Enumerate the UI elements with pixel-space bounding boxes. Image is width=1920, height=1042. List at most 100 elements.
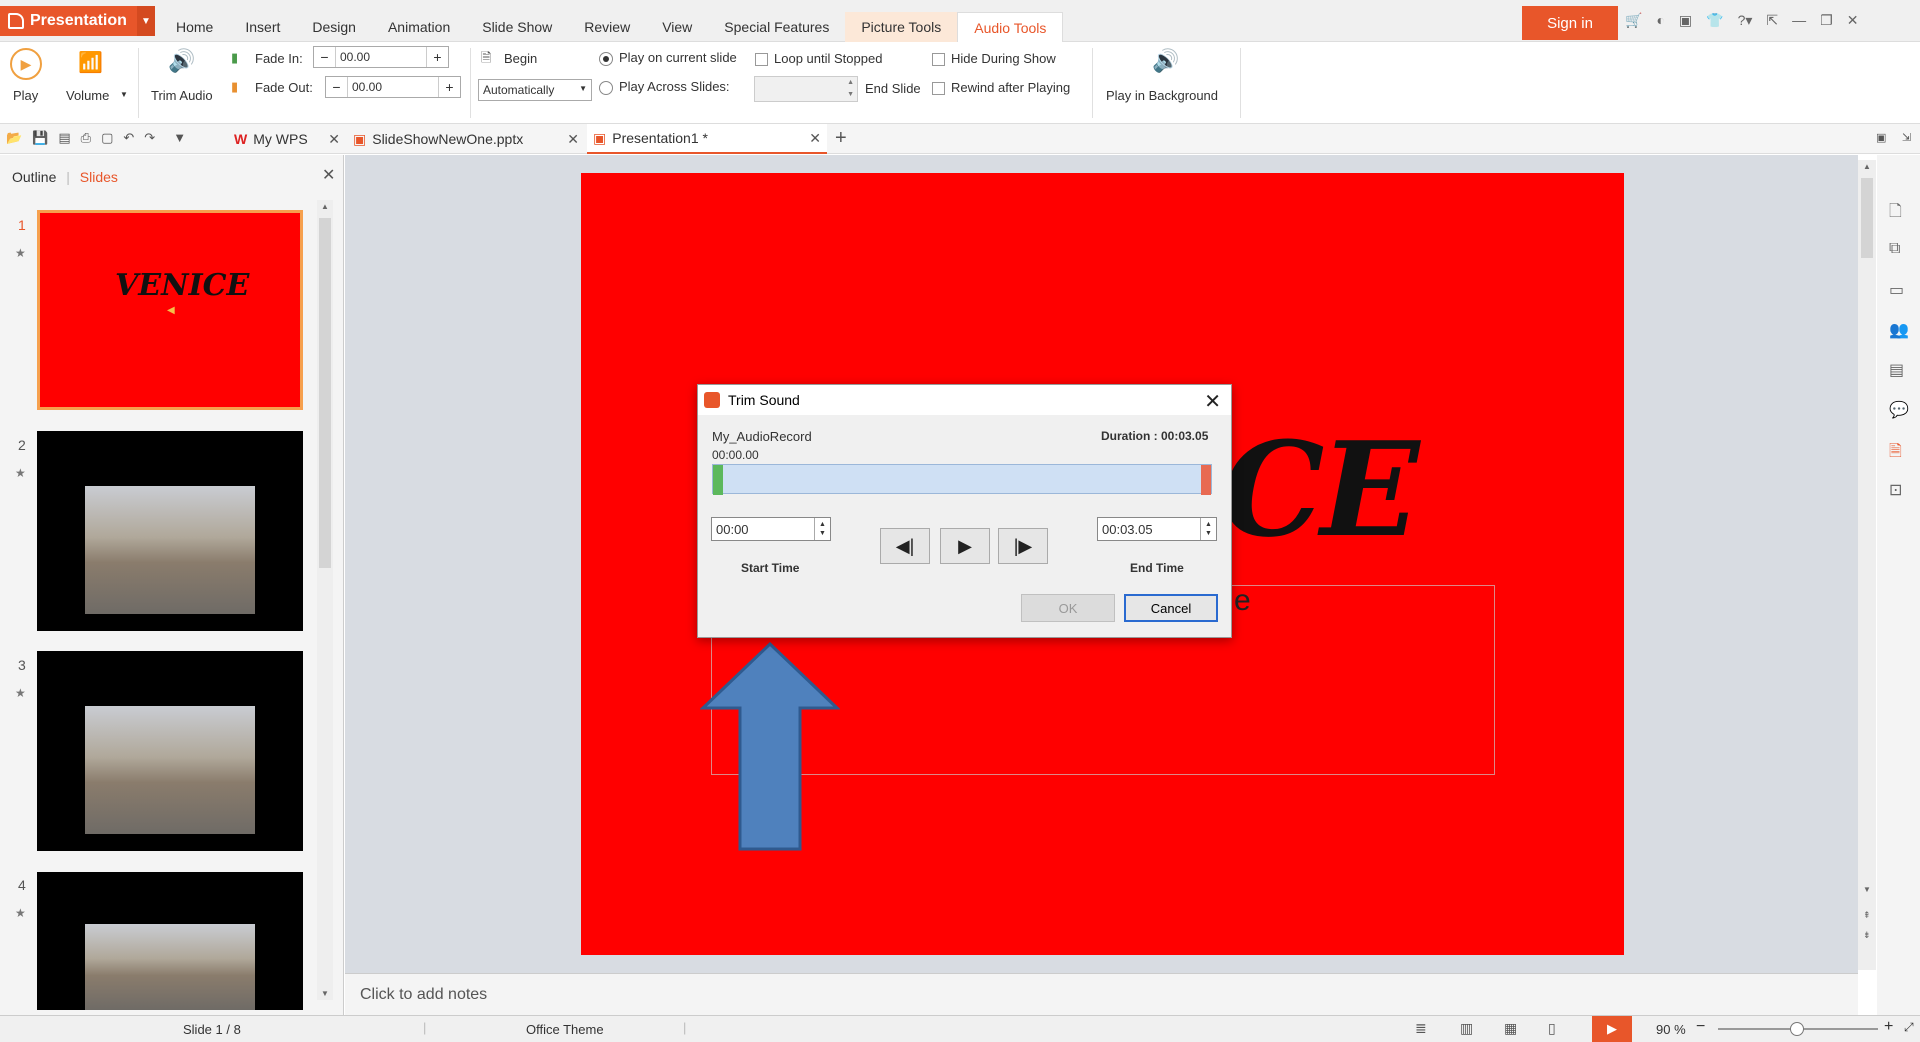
shirt-icon[interactable]: 👕: [1706, 12, 1723, 29]
document-tools-icon[interactable]: 🗎: [1889, 440, 1902, 467]
zoom-level[interactable]: 90 %: [1656, 1022, 1686, 1037]
checkbox-icon[interactable]: [932, 53, 945, 67]
cancel-button[interactable]: Cancel: [1124, 594, 1218, 622]
collapse-ribbon-icon[interactable]: ⇱: [1766, 12, 1778, 29]
previous-slide-icon[interactable]: ⇞: [1863, 910, 1871, 921]
spinner-icon[interactable]: ▲ ▼: [847, 77, 854, 101]
slide-thumbnail-3[interactable]: [37, 651, 303, 851]
fade-out-stepper[interactable]: − 00.00 +: [325, 76, 461, 98]
document-icon[interactable]: ▣: [1679, 12, 1692, 29]
reading-view-icon[interactable]: ▯: [1548, 1020, 1556, 1037]
doc-tab-my-wps[interactable]: W My WPS ✕: [228, 124, 346, 154]
slide-sorter-icon[interactable]: ▦: [1504, 1020, 1517, 1037]
cart-icon[interactable]: 🛒: [1625, 12, 1642, 29]
slide-title[interactable]: CE: [1221, 413, 1420, 566]
play-icon[interactable]: ▶: [10, 48, 42, 80]
normal-view-icon[interactable]: ▥: [1460, 1020, 1473, 1037]
previous-frame-button[interactable]: ◀|: [880, 528, 930, 564]
fade-in-stepper[interactable]: − 00.00 +: [313, 46, 449, 68]
slide-thumbnail-2[interactable]: [37, 431, 303, 631]
scroll-up-icon[interactable]: ▲: [1863, 162, 1871, 171]
fade-out-value[interactable]: 00.00: [348, 80, 438, 94]
play-button[interactable]: ▶: [940, 528, 990, 564]
end-time-input[interactable]: 00:03.05 ▲ ▼: [1097, 517, 1217, 541]
begin-select[interactable]: Automatically ▼: [478, 79, 592, 101]
close-panel-icon[interactable]: ✕: [322, 165, 335, 185]
doc-tab-slideshow[interactable]: ▣ SlideShowNewOne.pptx ✕: [347, 124, 585, 154]
play-in-background-icon[interactable]: 🔊: [1152, 48, 1179, 74]
users-icon[interactable]: 👥: [1889, 320, 1909, 340]
tab-design[interactable]: Design: [296, 12, 372, 42]
close-icon[interactable]: ✕: [567, 131, 579, 148]
tab-insert[interactable]: Insert: [229, 12, 296, 42]
help-icon[interactable]: ?▾: [1738, 12, 1753, 29]
canvas-scrollbar[interactable]: ▲ ▼ ⇞ ⇟: [1858, 160, 1876, 970]
scrollbar-thumb[interactable]: [319, 218, 331, 568]
export-icon[interactable]: ▤: [58, 130, 70, 146]
hide-during-show-checkbox[interactable]: Hide During Show: [932, 51, 1056, 67]
tab-home[interactable]: Home: [160, 12, 229, 42]
slide-thumbnail-1[interactable]: VENICE ◀: [37, 210, 303, 410]
volume-button[interactable]: Volume: [66, 88, 109, 103]
tab-view[interactable]: View: [646, 12, 708, 42]
custom-animation-icon[interactable]: ⧉: [1889, 240, 1900, 258]
tab-options-icon[interactable]: ⇲: [1902, 131, 1911, 144]
slide-thumbnail-4[interactable]: [37, 872, 303, 1010]
start-time-input[interactable]: 00:00 ▲ ▼: [711, 517, 831, 541]
comment-icon[interactable]: 💬: [1889, 400, 1909, 420]
slides-scrollbar[interactable]: ▲ ▼: [317, 200, 333, 1000]
minus-icon[interactable]: −: [314, 47, 336, 67]
app-menu-button[interactable]: Presentation ▼: [0, 6, 155, 36]
properties-icon[interactable]: ▤: [1889, 360, 1904, 380]
radio-icon[interactable]: [599, 80, 613, 95]
chevron-down-icon[interactable]: ▼: [120, 90, 128, 99]
play-current-slide-option[interactable]: Play on current slide: [599, 50, 737, 66]
slideshow-play-icon[interactable]: ▶: [1592, 1016, 1632, 1042]
plus-icon[interactable]: +: [426, 47, 448, 67]
minus-icon[interactable]: −: [326, 77, 348, 97]
doc-tab-presentation1[interactable]: ▣ Presentation1 * ✕: [587, 124, 827, 154]
tab-audio-tools[interactable]: Audio Tools: [957, 12, 1064, 42]
customize-toolbar-icon[interactable]: ▼: [173, 130, 186, 146]
tab-picture-tools[interactable]: Picture Tools: [845, 12, 958, 42]
redo-icon[interactable]: ↷: [144, 130, 155, 146]
close-icon[interactable]: ✕: [328, 131, 340, 148]
close-icon[interactable]: ✕: [1847, 12, 1859, 29]
new-tab-icon[interactable]: +: [835, 127, 847, 150]
save-icon[interactable]: 💾: [32, 130, 48, 146]
next-frame-button[interactable]: |▶: [998, 528, 1048, 564]
close-icon[interactable]: ✕: [809, 130, 821, 147]
play-in-background-button[interactable]: Play in Background: [1106, 88, 1218, 103]
minimize-icon[interactable]: —: [1792, 12, 1806, 29]
tab-slide-show[interactable]: Slide Show: [466, 12, 568, 42]
sign-in-button[interactable]: Sign in: [1522, 6, 1618, 40]
backup-icon[interactable]: ⊡: [1889, 480, 1902, 500]
trim-audio-button[interactable]: Trim Audio: [151, 88, 213, 103]
zoom-out-icon[interactable]: −: [1696, 1018, 1705, 1036]
start-trim-handle[interactable]: [713, 465, 723, 495]
print-preview-icon[interactable]: ▢: [101, 130, 113, 146]
dialog-title-bar[interactable]: Trim Sound ✕: [698, 385, 1231, 415]
rewind-after-playing-checkbox[interactable]: Rewind after Playing: [932, 80, 1070, 96]
play-across-slides-option[interactable]: Play Across Slides:: [599, 79, 730, 95]
checkbox-icon[interactable]: [932, 82, 945, 96]
print-icon[interactable]: ⎙: [81, 130, 91, 146]
undo-icon[interactable]: ↶: [123, 130, 134, 146]
ok-button[interactable]: OK: [1021, 594, 1115, 622]
chevron-down-icon[interactable]: ▼: [137, 6, 155, 36]
fade-in-value[interactable]: 00.00: [336, 50, 426, 64]
volume-icon[interactable]: 📶: [78, 50, 103, 75]
scroll-up-icon[interactable]: ▲: [321, 202, 329, 211]
scroll-down-icon[interactable]: ▼: [1863, 885, 1871, 894]
fit-window-icon[interactable]: ⤢: [1904, 1020, 1914, 1035]
tab-review[interactable]: Review: [568, 12, 646, 42]
end-slide-stepper[interactable]: ▲ ▼: [754, 76, 858, 102]
next-slide-icon[interactable]: ⇟: [1863, 930, 1871, 941]
trim-audio-icon[interactable]: 🔊: [168, 48, 195, 74]
notes-view-icon[interactable]: ≣: [1415, 1020, 1427, 1037]
tab-outline[interactable]: Outline: [12, 169, 56, 185]
loop-until-stopped-checkbox[interactable]: Loop until Stopped: [755, 51, 882, 67]
audio-trim-track[interactable]: [712, 464, 1212, 495]
end-trim-handle[interactable]: [1201, 465, 1211, 495]
slide-transition-icon[interactable]: ▭: [1889, 280, 1904, 300]
